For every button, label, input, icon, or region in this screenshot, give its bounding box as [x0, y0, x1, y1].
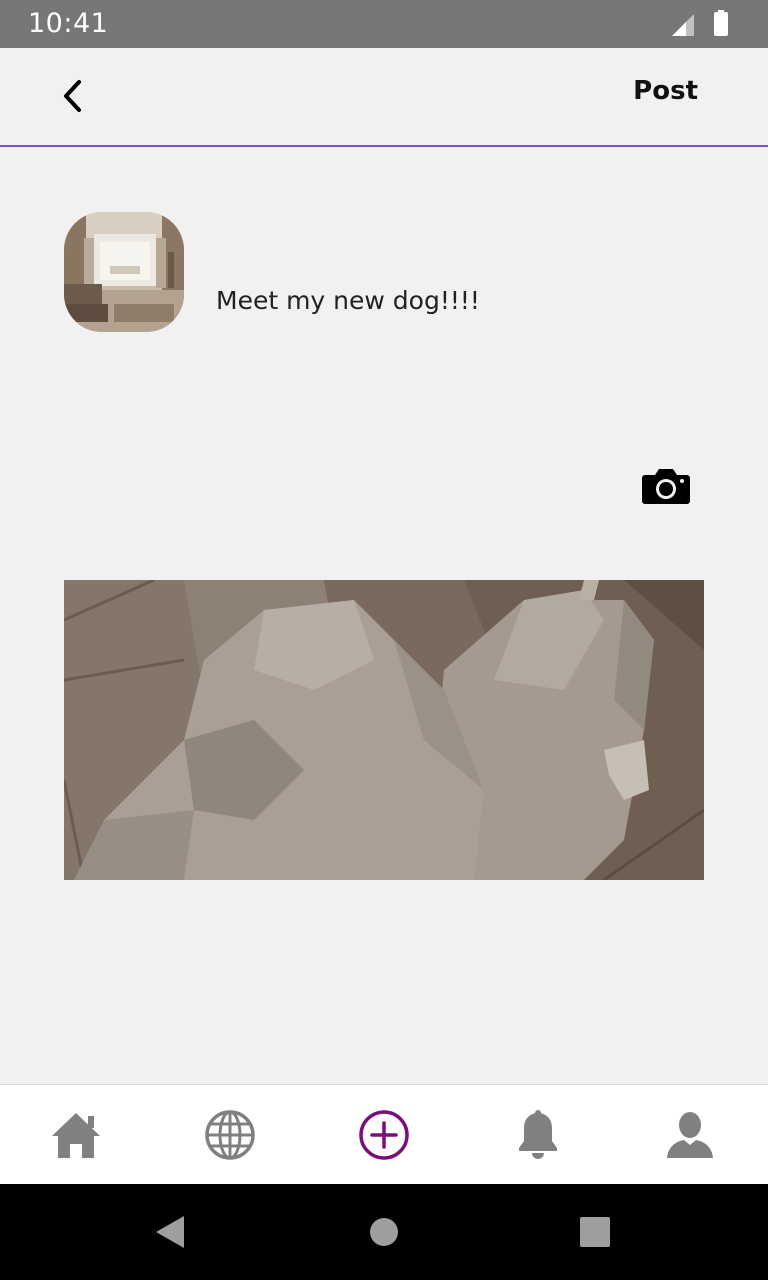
system-back-button[interactable] [150, 1212, 190, 1252]
bell-icon [519, 1110, 557, 1159]
bottom-nav [0, 1084, 768, 1184]
home-circle-icon [370, 1218, 398, 1246]
back-button[interactable] [52, 74, 96, 118]
status-time: 10:41 [28, 8, 109, 39]
battery-icon [714, 10, 728, 36]
attached-photo[interactable] [64, 580, 704, 880]
recents-square-icon [580, 1217, 610, 1247]
chevron-left-icon [64, 80, 81, 112]
nav-add-post[interactable] [354, 1107, 414, 1163]
nav-explore[interactable] [200, 1107, 260, 1163]
add-circle-icon [359, 1110, 409, 1160]
status-icons [672, 10, 740, 38]
status-bar: 10:41 [0, 0, 768, 48]
person-icon [667, 1112, 713, 1158]
system-nav-bar [0, 1184, 768, 1280]
camera-button[interactable] [641, 466, 691, 506]
post-button[interactable]: Post [633, 76, 698, 106]
camera-icon [642, 469, 690, 504]
signal-icon [672, 14, 694, 36]
home-icon [52, 1113, 100, 1158]
system-recents-button[interactable] [575, 1212, 615, 1252]
avatar [64, 212, 184, 332]
back-triangle-icon [156, 1216, 184, 1248]
nav-home[interactable] [46, 1107, 106, 1163]
post-text[interactable]: Meet my new dog!!!! [216, 286, 480, 315]
app-bar: Post [0, 48, 768, 147]
nav-notifications[interactable] [508, 1107, 568, 1163]
nav-profile[interactable] [660, 1107, 720, 1163]
system-home-button[interactable] [364, 1212, 404, 1252]
globe-icon [205, 1110, 255, 1160]
